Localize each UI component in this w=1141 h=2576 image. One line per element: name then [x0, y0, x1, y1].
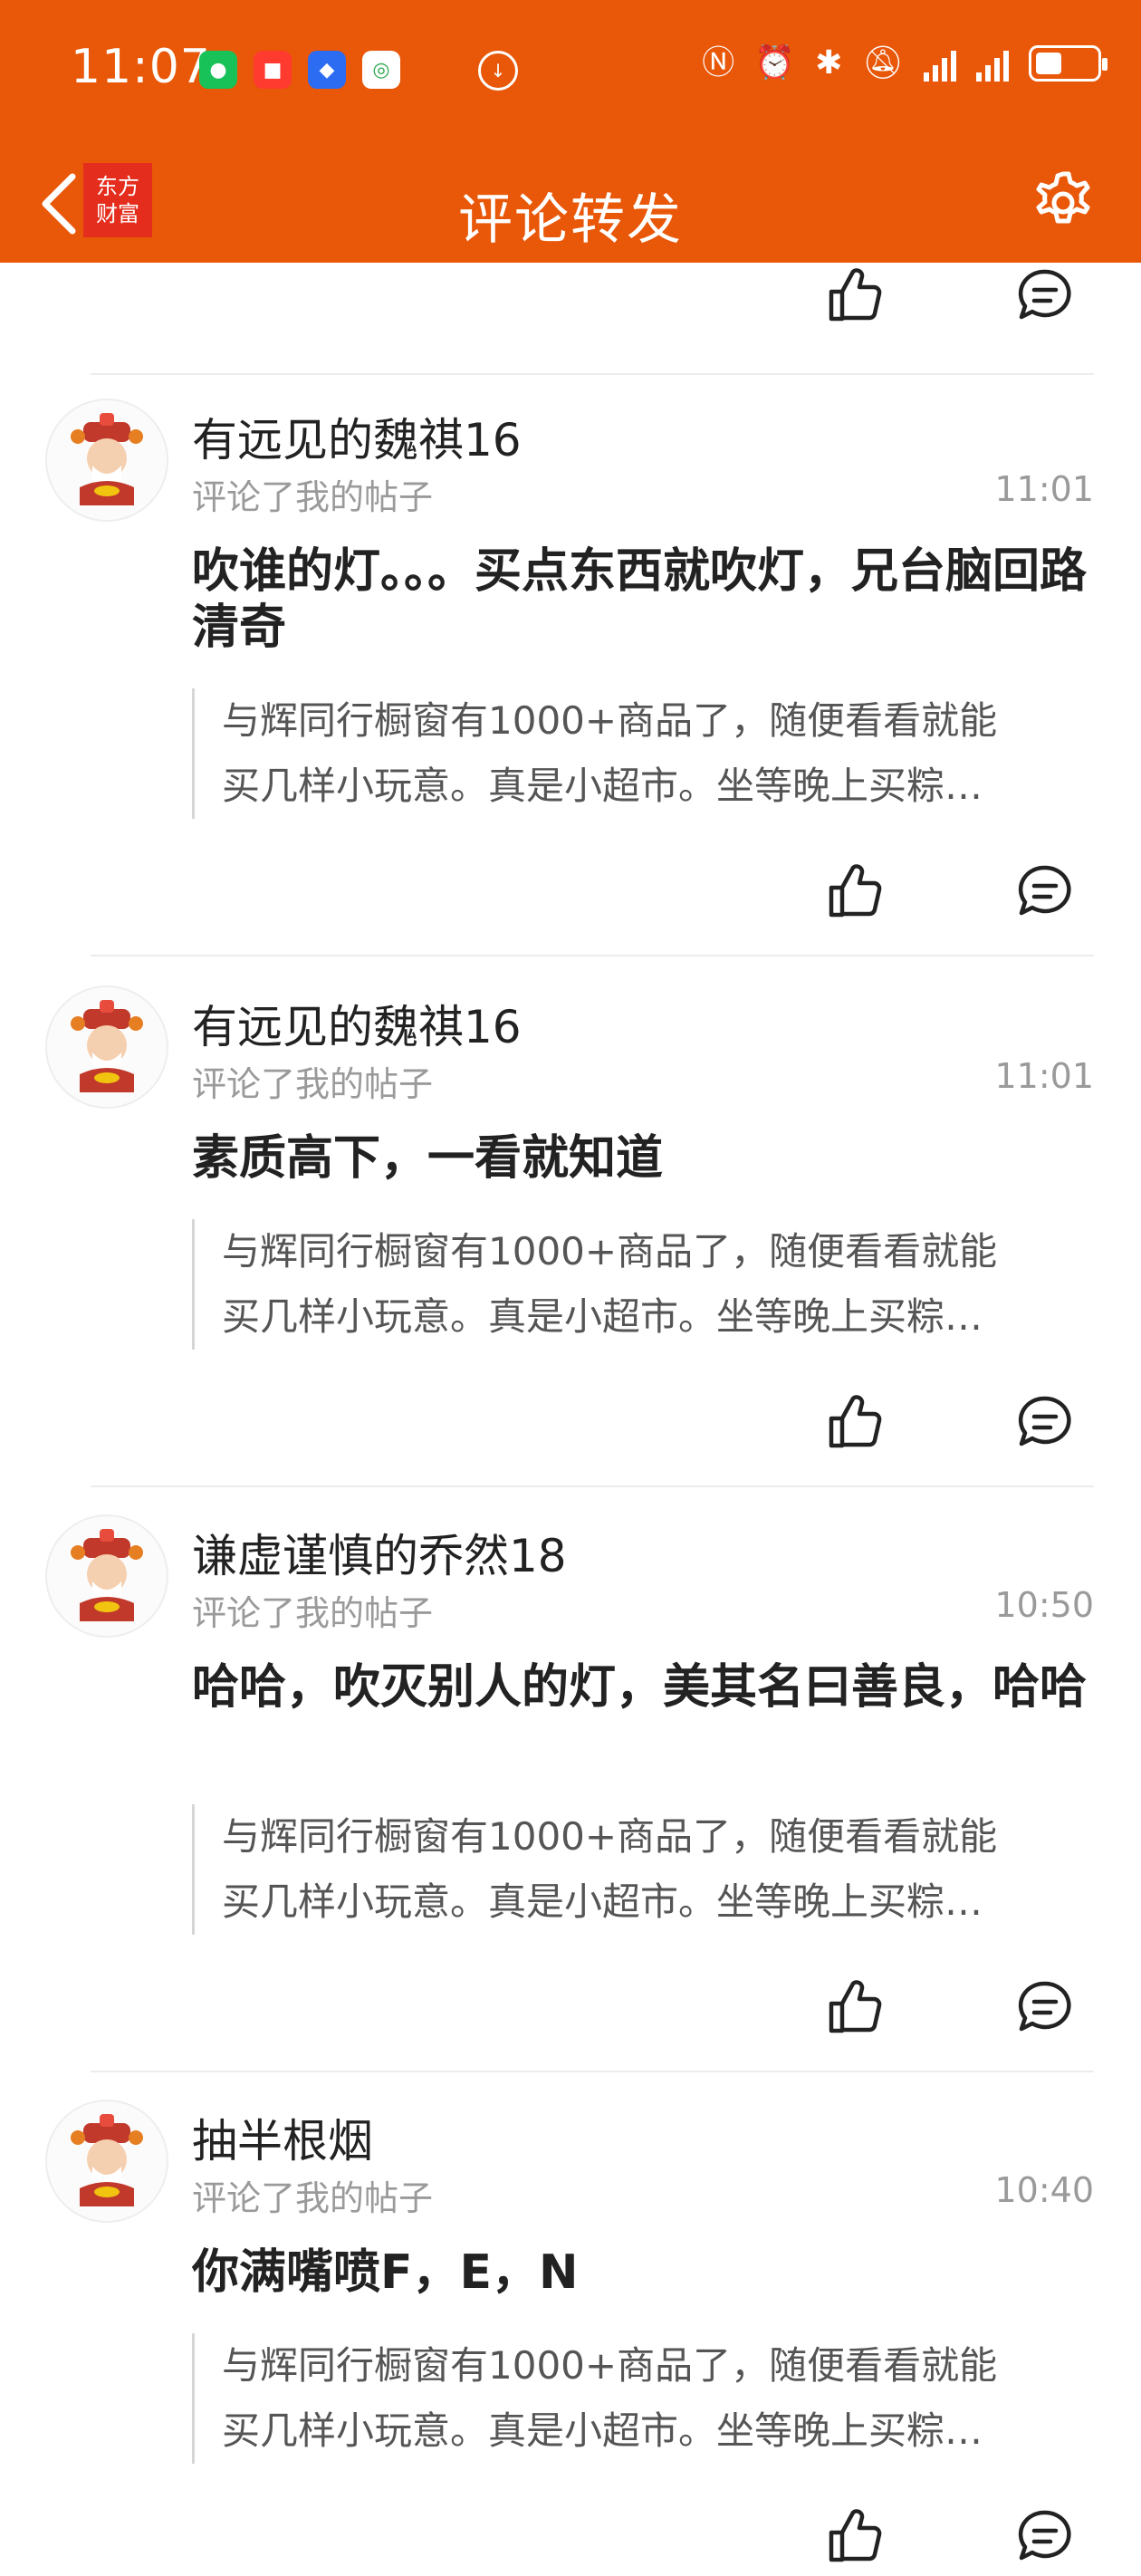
like-button[interactable]	[819, 2500, 891, 2572]
red-book-icon: ■	[254, 51, 292, 89]
quoted-post[interactable]: 与辉同行橱窗有1000+商品了，随便看看就能 买几样小玩意。真是小超市。坐等晚上…	[192, 2333, 1078, 2464]
avatar-image	[47, 400, 167, 520]
quoted-post[interactable]: 与辉同行橱窗有1000+商品了，随便看看就能 买几样小玩意。真是小超市。坐等晚上…	[192, 688, 1078, 819]
blue-shield-icon: ◆	[308, 51, 346, 89]
avatar[interactable]	[45, 985, 168, 1109]
quoted-post-line1: 与辉同行橱窗有1000+商品了，随便看看就能	[222, 698, 998, 743]
status-time: 11:07	[71, 40, 211, 94]
mobile-carrier-icon: ◎	[362, 51, 400, 89]
data-usage-icon: ↓	[478, 51, 518, 91]
comment-icon	[1018, 865, 1071, 916]
settings-button[interactable]	[1021, 161, 1105, 245]
divider	[91, 1485, 1094, 1487]
divider	[91, 955, 1094, 956]
like-button[interactable]	[819, 855, 891, 928]
reply-button[interactable]	[1009, 1971, 1081, 2043]
quoted-post-line2: 买几样小玩意。真是小超市。坐等晚上买粽…	[222, 1879, 983, 1924]
bluetooth-icon: ✱	[815, 44, 843, 82]
gear-icon	[1036, 171, 1090, 224]
signal-icon	[924, 45, 956, 82]
avatar[interactable]	[45, 1514, 168, 1638]
reply-button[interactable]	[1009, 259, 1081, 332]
quoted-post-line1: 与辉同行橱窗有1000+商品了，随便看看就能	[222, 2343, 998, 2388]
thumbs-up-icon	[829, 1980, 882, 2033]
timestamp: 10:40	[994, 2170, 1094, 2210]
user-name[interactable]: 谦虚谨慎的乔然18	[192, 1520, 567, 1585]
mute-icon: 🔕︎	[862, 44, 904, 82]
timestamp: 11:01	[994, 1056, 1094, 1096]
quoted-post-line2: 买几样小玩意。真是小超市。坐等晚上买粽…	[222, 764, 983, 808]
nav-bar: 东方 财富 评论转发	[0, 145, 1141, 263]
avatar[interactable]	[45, 399, 168, 522]
action-description: 评论了我的帖子	[192, 2178, 434, 2218]
thumbs-up-icon	[829, 268, 882, 322]
avatar[interactable]	[45, 2100, 168, 2223]
timestamp: 11:01	[994, 469, 1094, 509]
alarm-icon: ⏰	[754, 44, 796, 82]
comment-text[interactable]: 吹谁的灯。。。买点东西就吹灯，兄台脑回路清奇	[192, 543, 1088, 656]
quoted-post-line2: 买几样小玩意。真是小超市。坐等晚上买粽…	[222, 2408, 983, 2453]
system-status-icons: Ⓝ ⏰ ✱ 🔕︎	[702, 44, 1107, 82]
reply-button[interactable]	[1009, 855, 1081, 928]
user-name[interactable]: 抽半根烟	[192, 2105, 373, 2170]
battery-icon	[1029, 45, 1107, 82]
app-header: 11:07 ● ■ ◆ ◎ ↓ Ⓝ ⏰ ✱ 🔕︎ 东方 财富 评论转发	[0, 0, 1141, 263]
thumbs-up-icon	[829, 2509, 882, 2562]
action-description: 评论了我的帖子	[192, 477, 434, 517]
comment-icon	[1018, 269, 1071, 320]
reply-button[interactable]	[1009, 1386, 1081, 1458]
like-button[interactable]	[819, 1386, 891, 1458]
divider	[91, 2071, 1094, 2072]
user-name[interactable]: 有远见的魏祺16	[192, 991, 522, 1056]
page-title: 评论转发	[458, 188, 683, 252]
comment-icon	[1018, 1396, 1071, 1447]
thumbs-up-icon	[829, 864, 882, 918]
user-name[interactable]: 有远见的魏祺16	[192, 404, 522, 469]
nfc-icon: Ⓝ	[702, 44, 735, 82]
avatar-image	[47, 1516, 167, 1636]
quoted-post-line1: 与辉同行橱窗有1000+商品了，随便看看就能	[222, 1229, 998, 1274]
like-button[interactable]	[819, 259, 891, 332]
comment-text[interactable]: 哈哈，吹灭别人的灯，美其名曰善良，哈哈	[192, 1659, 1088, 1716]
divider	[91, 373, 1094, 375]
quoted-post[interactable]: 与辉同行橱窗有1000+商品了，随便看看就能 买几样小玩意。真是小超市。坐等晚上…	[192, 1219, 1078, 1350]
comment-text[interactable]: 素质高下，一看就知道	[192, 1130, 1088, 1187]
comment-icon	[1018, 2510, 1071, 2561]
signal-icon	[976, 45, 1009, 82]
status-bar: 11:07 ● ■ ◆ ◎ ↓ Ⓝ ⏰ ✱ 🔕︎	[0, 0, 1141, 145]
quoted-post-line2: 买几样小玩意。真是小超市。坐等晚上买粽…	[222, 1294, 983, 1339]
action-description: 评论了我的帖子	[192, 1593, 434, 1633]
thumbs-up-icon	[829, 1395, 882, 1448]
quoted-post[interactable]: 与辉同行橱窗有1000+商品了，随便看看就能 买几样小玩意。真是小超市。坐等晚上…	[192, 1804, 1078, 1935]
reply-button[interactable]	[1009, 2500, 1081, 2572]
timestamp: 10:50	[994, 1585, 1094, 1625]
comment-icon	[1018, 1981, 1071, 2032]
avatar-image	[47, 2101, 167, 2221]
quoted-post-line1: 与辉同行橱窗有1000+商品了，随便看看就能	[222, 1814, 998, 1859]
action-description: 评论了我的帖子	[192, 1064, 434, 1104]
comment-text[interactable]: 你满嘴喷F，E，N	[192, 2244, 1088, 2301]
wechat-icon: ●	[199, 51, 237, 89]
like-button[interactable]	[819, 1971, 891, 2043]
notification-icons: ● ■ ◆ ◎	[199, 51, 400, 89]
avatar-image	[47, 987, 167, 1107]
